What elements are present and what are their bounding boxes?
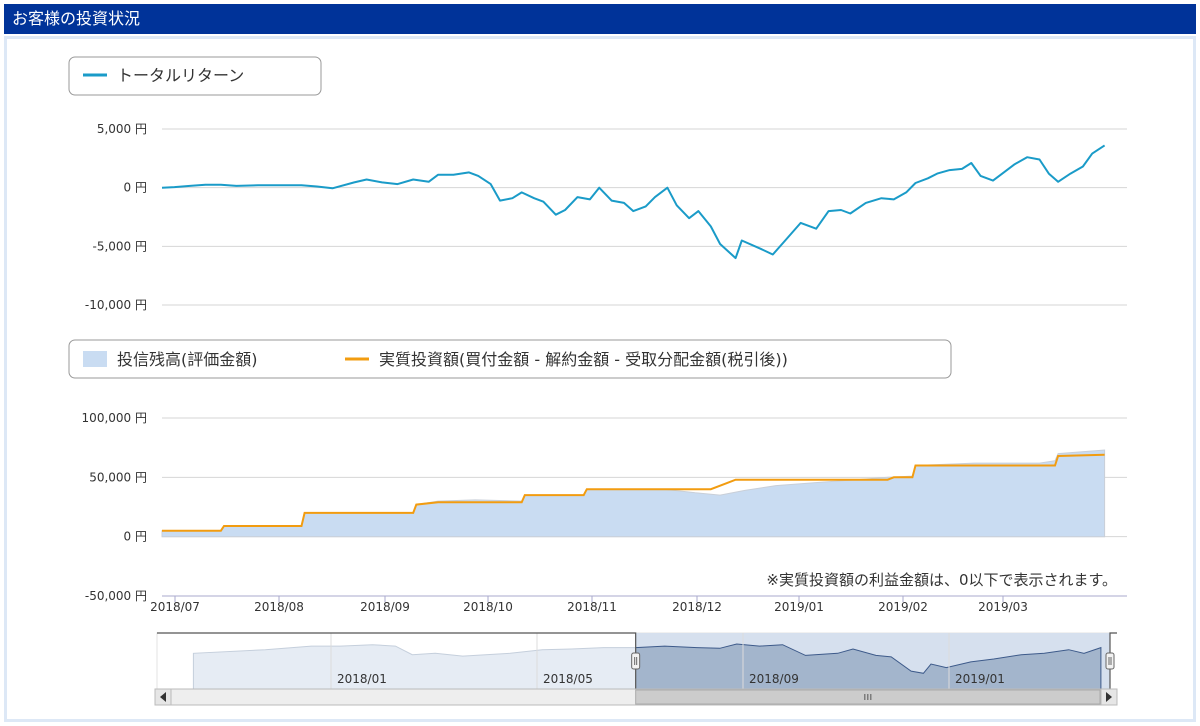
bottom-x-tick-label: 2018/08 xyxy=(254,600,304,614)
legend-balance-swatch xyxy=(83,351,107,367)
navigator-handle-left[interactable] xyxy=(631,652,641,670)
handle-grip-box[interactable] xyxy=(1105,652,1115,670)
legend-balance-label[interactable]: 投信残高(評価金額) xyxy=(117,350,258,369)
bottom-y-tick-label: 0 円 xyxy=(124,530,147,544)
investment-chart: トータルリターン 5,000 円 0 円 -5,000 円 -10,000 円 投信残… xyxy=(68,56,1127,706)
navigator-x-tick-label: 2018/05 xyxy=(543,672,593,686)
bottom-y-tick-label: -50,000 円 xyxy=(85,589,147,603)
balance-area xyxy=(161,449,1106,538)
range-navigator[interactable]: 2018/01 2018/05 2018/09 2019/01 xyxy=(156,632,1117,690)
bottom-x-tick-label: 2018/10 xyxy=(463,600,513,614)
navigator-x-tick-label: 2019/01 xyxy=(955,672,1005,686)
top-chart-series xyxy=(161,144,1106,260)
bottom-x-tick-label: 2019/03 xyxy=(978,600,1028,614)
handle-grip-box[interactable] xyxy=(631,652,641,670)
bottom-x-tick-label: 2018/11 xyxy=(567,600,617,614)
bottom-x-tick-label: 2018/12 xyxy=(672,600,722,614)
bottom-y-tick-label: 50,000 円 xyxy=(89,470,147,484)
top-chart-y-axis: 5,000 円 0 円 -5,000 円 -10,000 円 xyxy=(85,122,147,312)
top-chart-grid xyxy=(162,128,1127,306)
bottom-chart-x-axis: 2018/07 2018/08 2018/09 2018/10 2018/11 2018/… xyxy=(150,596,1028,614)
top-y-tick-label: 0 円 xyxy=(124,181,147,195)
note-text: ※実質投資額の利益金額は、0以下で表示されます。 xyxy=(766,571,1117,589)
scrollbar[interactable] xyxy=(154,688,1118,706)
navigator-x-tick-label: 2018/01 xyxy=(337,672,387,686)
bottom-chart-y-axis: 100,000 円 50,000 円 0 円 -50,000 円 xyxy=(82,411,147,603)
top-y-tick-label: -10,000 円 xyxy=(85,298,147,312)
navigator-x-tick-label: 2018/09 xyxy=(749,672,799,686)
top-y-tick-label: 5,000 円 xyxy=(97,122,147,136)
total-return-line xyxy=(161,144,1106,260)
bottom-chart-series xyxy=(161,449,1106,538)
bottom-x-tick-label: 2018/09 xyxy=(360,600,410,614)
bottom-x-tick-label: 2019/02 xyxy=(878,600,928,614)
bottom-x-tick-label: 2018/07 xyxy=(150,600,200,614)
legend-net-investment-label[interactable]: 実質投資額(買付金額 - 解約金額 - 受取分配金額(税引後)) xyxy=(379,350,788,369)
legend-total-return-label[interactable]: トータルリターン xyxy=(117,66,244,85)
page-title: お客様の投資状況 xyxy=(4,4,1196,34)
chart-panel: トータルリターン 5,000 円 0 円 -5,000 円 -10,000 円 投信残… xyxy=(4,36,1196,722)
bottom-y-tick-label: 100,000 円 xyxy=(82,411,147,425)
top-y-tick-label: -5,000 円 xyxy=(93,239,148,253)
navigator-handle-right[interactable] xyxy=(1105,652,1115,670)
bottom-x-tick-label: 2019/01 xyxy=(774,600,824,614)
